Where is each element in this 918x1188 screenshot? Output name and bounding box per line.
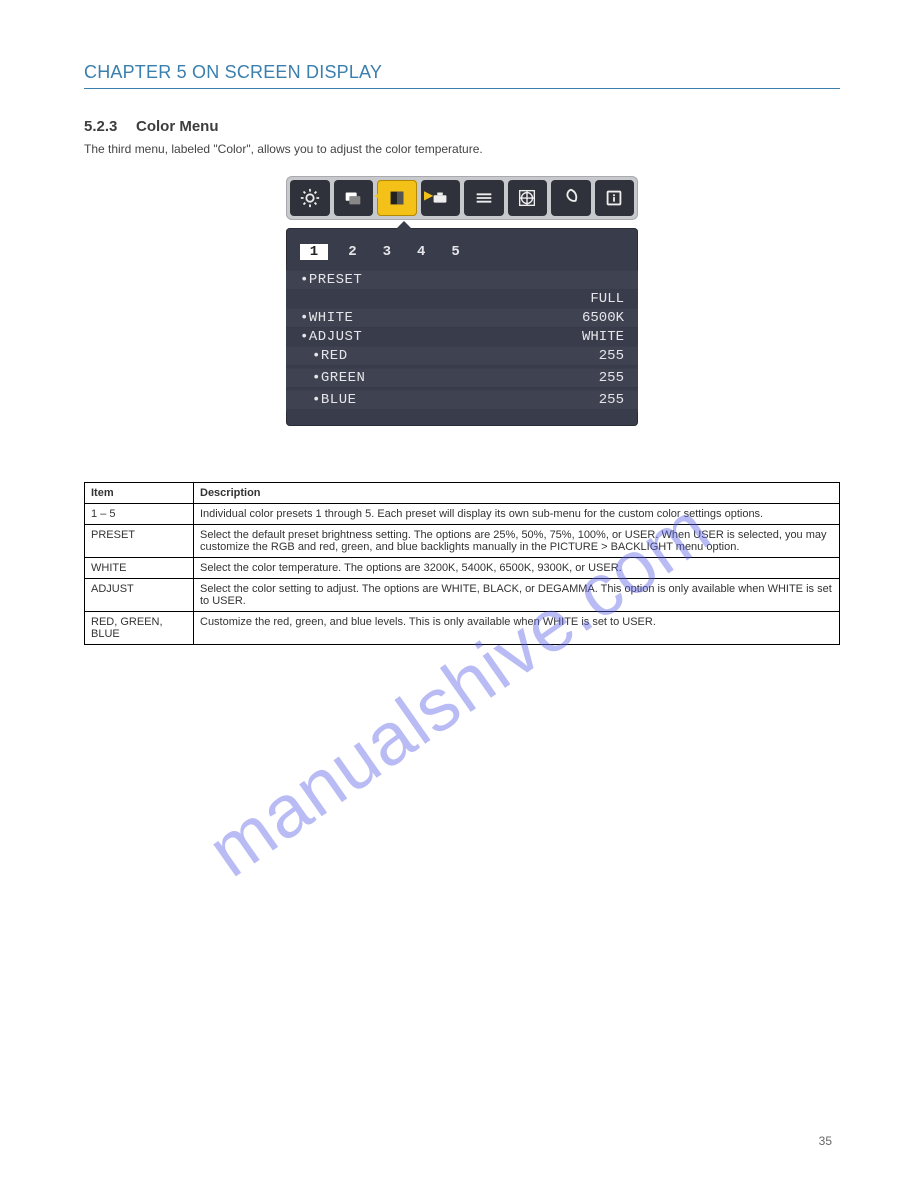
description-table: Item Description 1 – 5 Individual color …	[84, 482, 840, 645]
table-header-row: Item Description	[85, 483, 840, 504]
osd-value-blue: 255	[599, 392, 624, 408]
osd-row-preset[interactable]: •PRESET	[286, 270, 638, 289]
osd-value-white: 6500K	[582, 310, 624, 326]
osd-icon-bar	[286, 176, 638, 220]
color-icon[interactable]	[377, 180, 417, 216]
table-row: WHITE Select the color temperature. The …	[85, 558, 840, 579]
osd-label-red: •RED	[300, 348, 348, 364]
osd-value-green: 255	[599, 370, 624, 386]
eco-icon[interactable]	[551, 180, 591, 216]
chapter-header: CHAPTER 5 ON SCREEN DISPLAY	[84, 62, 382, 83]
section-number: 5.2.3	[84, 118, 117, 135]
osd-screenshot: ◀ ▶ 1 2 3 4 5 •PRESET FULL •WHITE 6500K	[286, 176, 638, 426]
table-cell-desc: Select the color temperature. The option…	[194, 558, 840, 579]
table-cell-item: ADJUST	[85, 579, 194, 612]
manual-page: CHAPTER 5 ON SCREEN DISPLAY 5.2.3 Color …	[0, 0, 918, 1188]
picture-icon[interactable]	[334, 180, 374, 216]
table-cell-item: PRESET	[85, 525, 194, 558]
page-number: 35	[819, 1134, 832, 1148]
osd-preset-tabs: 1 2 3 4 5	[286, 238, 638, 270]
table-head-desc: Description	[194, 483, 840, 504]
osd-label-blue: •BLUE	[300, 392, 357, 408]
osd-row-blue-bar	[286, 409, 638, 412]
table-head-item: Item	[85, 483, 194, 504]
osd-tab-2[interactable]: 2	[342, 244, 362, 260]
table-row: RED, GREEN, BLUE Customize the red, gree…	[85, 612, 840, 645]
geometry-icon[interactable]	[508, 180, 548, 216]
osd-label-green: •GREEN	[300, 370, 365, 386]
table-cell-desc: Select the default preset brightness set…	[194, 525, 840, 558]
osd-label-preset: •PRESET	[300, 272, 362, 288]
osd-row-preset-value: FULL	[286, 289, 638, 308]
osd-tab-5[interactable]: 5	[446, 244, 466, 260]
osd-panel: 1 2 3 4 5 •PRESET FULL •WHITE 6500K •ADJ…	[286, 228, 638, 426]
table-cell-desc: Select the color setting to adjust. The …	[194, 579, 840, 612]
table-cell-item: 1 – 5	[85, 504, 194, 525]
osd-label-white: •WHITE	[300, 310, 353, 326]
osd-tab-1[interactable]: 1	[300, 244, 328, 260]
osd-row-blue[interactable]: •BLUE 255	[286, 390, 638, 409]
section-title: Color Menu	[136, 118, 219, 135]
info-icon[interactable]	[595, 180, 635, 216]
brightness-icon[interactable]	[290, 180, 330, 216]
option-icon[interactable]	[464, 180, 504, 216]
osd-row-adjust[interactable]: •ADJUST WHITE	[286, 327, 638, 346]
osd-row-red[interactable]: •RED 255	[286, 346, 638, 365]
table-row: PRESET Select the default preset brightn…	[85, 525, 840, 558]
osd-value-preset: FULL	[590, 291, 624, 307]
osd-value-adjust: WHITE	[582, 329, 624, 345]
table-cell-desc: Individual color presets 1 through 5. Ea…	[194, 504, 840, 525]
osd-label-adjust: •ADJUST	[300, 329, 362, 345]
table-row: ADJUST Select the color setting to adjus…	[85, 579, 840, 612]
table-cell-desc: Customize the red, green, and blue level…	[194, 612, 840, 645]
table-row: 1 – 5 Individual color presets 1 through…	[85, 504, 840, 525]
tools-icon[interactable]	[421, 180, 461, 216]
table-cell-item: WHITE	[85, 558, 194, 579]
osd-tab-4[interactable]: 4	[411, 244, 431, 260]
section-description: The third menu, labeled "Color", allows …	[84, 142, 483, 156]
osd-tab-3[interactable]: 3	[377, 244, 397, 260]
osd-row-green[interactable]: •GREEN 255	[286, 368, 638, 387]
header-rule	[84, 88, 840, 89]
table-cell-item: RED, GREEN, BLUE	[85, 612, 194, 645]
osd-row-white[interactable]: •WHITE 6500K	[286, 308, 638, 327]
osd-value-red: 255	[599, 348, 624, 364]
